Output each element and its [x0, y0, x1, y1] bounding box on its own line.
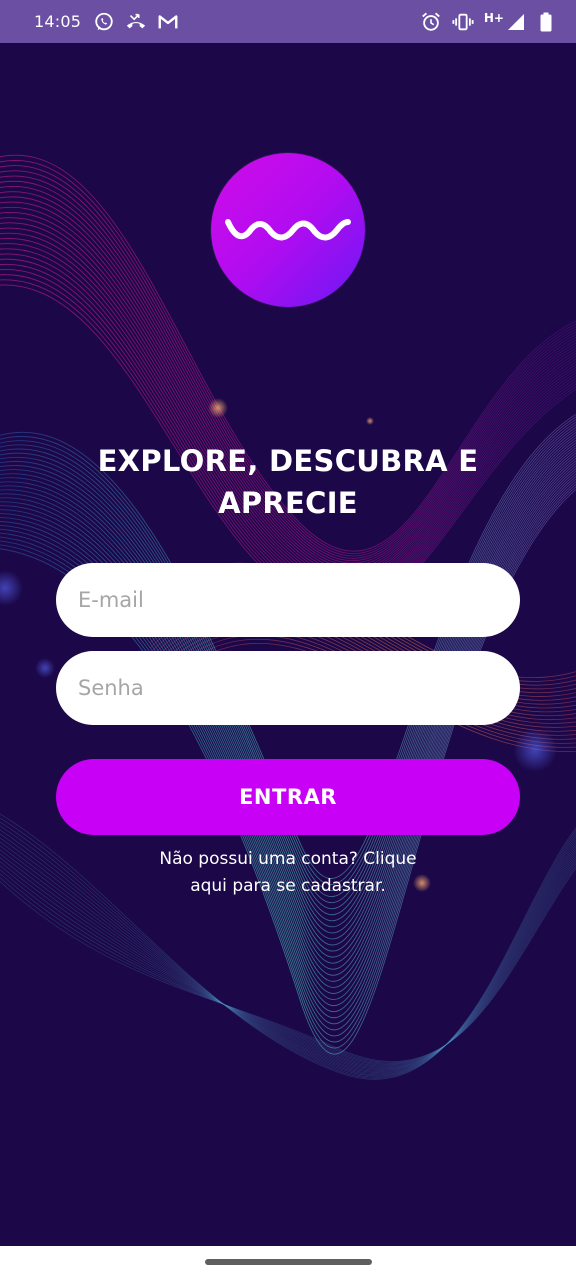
- missed-call-icon: [125, 11, 147, 33]
- login-button[interactable]: ENTRAR: [56, 759, 520, 835]
- signup-text-line-1: Não possui uma conta? Clique: [159, 849, 417, 869]
- wave-icon: [225, 219, 351, 241]
- navigation-bar: [0, 1246, 576, 1280]
- whatsapp-icon: [93, 11, 115, 33]
- status-bar: 14:05 H+: [0, 0, 576, 43]
- vibrate-icon: [452, 11, 474, 33]
- gmail-icon: [157, 12, 179, 32]
- email-field[interactable]: [56, 563, 520, 637]
- headline-line-2: APRECIE: [218, 486, 358, 520]
- battery-icon: [540, 12, 552, 32]
- signup-text-line-2: aqui para se cadastrar.: [190, 876, 386, 896]
- app-logo: [211, 153, 365, 307]
- headline: EXPLORE, DESCUBRA E APRECIE: [60, 440, 516, 524]
- alarm-icon: [420, 11, 442, 33]
- home-indicator[interactable]: [205, 1259, 372, 1265]
- status-time: 14:05: [34, 12, 82, 31]
- login-screen: 14:05 H+ EXPLORE, DESCUBRA E APRECIE E-m…: [0, 0, 576, 1280]
- headline-line-1: EXPLORE, DESCUBRA E: [97, 444, 479, 478]
- signal-icon: [506, 12, 526, 32]
- network-type: H+: [483, 10, 504, 25]
- status-right-group: H+: [410, 11, 552, 33]
- signup-link[interactable]: Não possui uma conta? Clique aqui para s…: [138, 846, 438, 900]
- password-field[interactable]: [56, 651, 520, 725]
